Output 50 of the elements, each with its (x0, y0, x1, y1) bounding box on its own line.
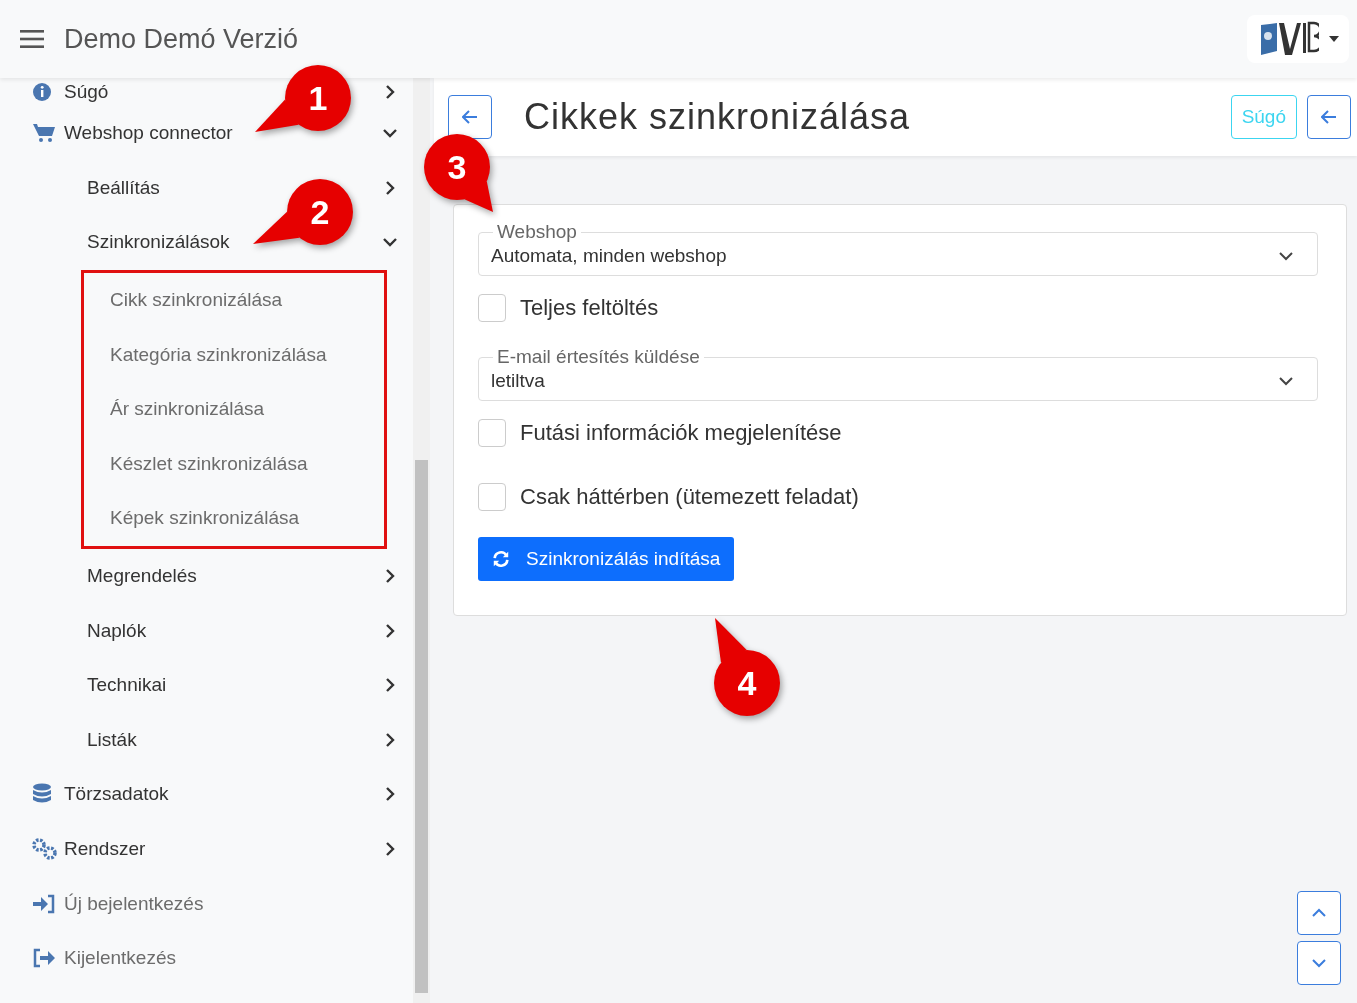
sync-icon (492, 550, 510, 568)
chevron-down-icon (1312, 958, 1326, 968)
sidebar-item[interactable]: Súgó (64, 81, 109, 103)
sign-out-icon (32, 948, 56, 969)
sidebar-item[interactable]: Új bejelentkezés (64, 892, 204, 915)
sidebar-item[interactable]: Kategória szinkronizálása (110, 343, 327, 366)
cart-icon (32, 122, 56, 145)
sidebar-item[interactable]: Törzsadatok (64, 783, 169, 806)
checkbox[interactable] (478, 294, 506, 322)
sign-in-icon (32, 893, 56, 914)
sidebar-item[interactable]: Megrendelés (87, 565, 197, 588)
checkbox-label: Futási információk megjelenítése (520, 420, 842, 446)
checkbox[interactable] (478, 419, 506, 447)
chevron-down-icon (1279, 251, 1293, 261)
numbered-callout: 3 (424, 134, 493, 212)
chevron-down-icon (1279, 376, 1293, 386)
numbered-callout: 4 (714, 618, 780, 716)
sidebar-item[interactable]: Kijelentkezés (64, 947, 176, 970)
back-button[interactable] (1307, 95, 1351, 139)
menu-icon[interactable] (20, 29, 44, 49)
sync-button[interactable]: Szinkronizálás indítása (478, 537, 735, 581)
sidebar-item[interactable]: Naplók (87, 619, 147, 642)
sidebar-item[interactable]: Technikai (87, 674, 167, 697)
page-title: Cikkek szinkronizálása (524, 96, 912, 138)
scroll-down-button[interactable] (1297, 941, 1341, 985)
sidebar-item[interactable]: Webshop connector (64, 122, 233, 145)
scroll-up-button[interactable] (1297, 891, 1341, 935)
sidebar-item[interactable]: Rendszer (64, 838, 146, 860)
sidebar-item[interactable]: Listák (87, 728, 137, 751)
gears-icon (32, 838, 58, 860)
chevron-up-icon (1312, 908, 1326, 918)
scrollbar[interactable] (413, 78, 430, 1003)
caret-icon (1329, 36, 1339, 42)
sidebar-item[interactable]: Cikk szinkronizálása (110, 289, 283, 312)
logo-dropdown[interactable] (1247, 15, 1349, 63)
checkbox-label: Teljes feltöltés (520, 295, 659, 321)
checkbox[interactable] (478, 483, 506, 511)
back-button[interactable] (448, 95, 492, 139)
arrow-left-icon (462, 110, 478, 124)
sidebar-item[interactable]: Képek szinkronizálása (110, 507, 300, 530)
numbered-callout: 2 (253, 179, 353, 245)
sidebar-item[interactable]: Ár szinkronizálása (110, 398, 265, 421)
arrow-left-icon (1321, 110, 1337, 124)
info-icon (32, 82, 52, 102)
numbered-callout: 1 (255, 65, 351, 132)
sidebar-item[interactable]: Készlet szinkronizálása (110, 452, 308, 475)
sidebar-item[interactable]: Beállítás (87, 176, 160, 199)
checkbox-label: Csak háttérben (ütemezett feladat) (520, 484, 859, 510)
app-title: Demo Demó Verzió (64, 23, 299, 55)
sidebar-item[interactable]: Szinkronizálások (87, 231, 230, 254)
